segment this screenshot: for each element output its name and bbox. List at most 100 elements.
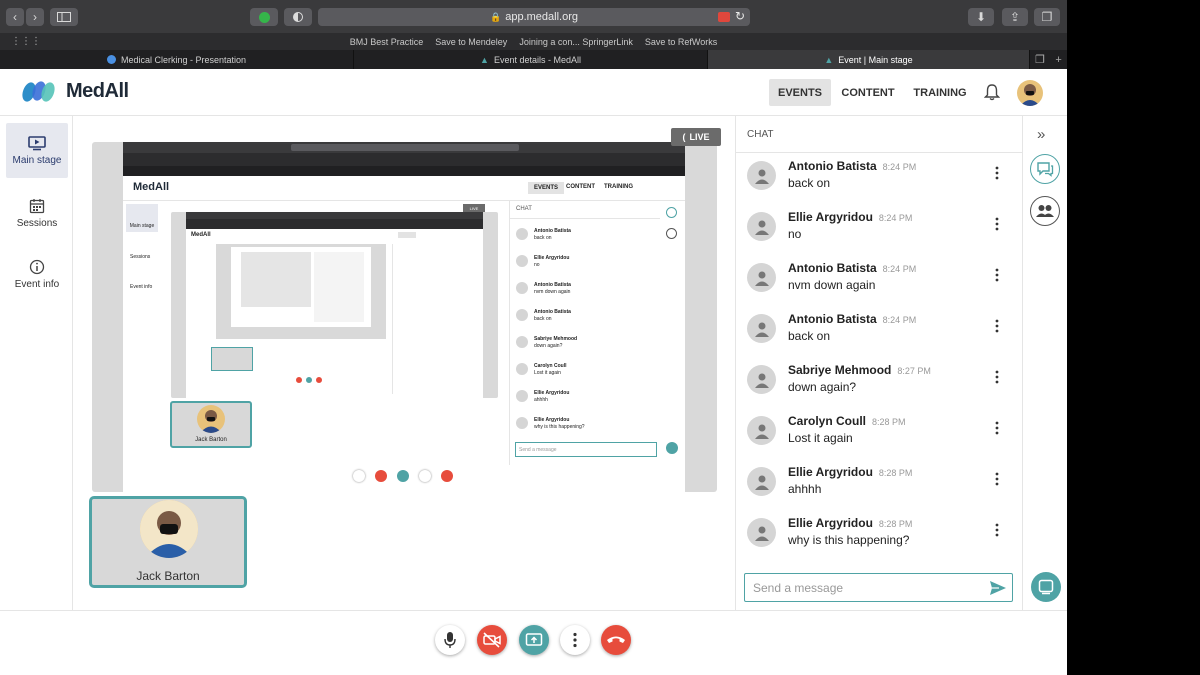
nested-msg-text: back on bbox=[534, 235, 552, 241]
share-icon[interactable]: ⇪ bbox=[1002, 8, 1028, 26]
leftnav-label: Event info bbox=[14, 279, 60, 290]
message-time: 8:24 PM bbox=[882, 315, 917, 325]
logo[interactable]: MedAll bbox=[20, 79, 129, 103]
user-avatar[interactable] bbox=[1017, 80, 1043, 106]
download-icon[interactable]: ⬇ bbox=[968, 8, 994, 26]
participants-tab-button[interactable] bbox=[1030, 196, 1060, 226]
browser-tab[interactable]: ▲ Event details - MedAll bbox=[354, 50, 708, 69]
browser-toolbar: ‹ › 🔒 app.medall.org ↻ ⬇ ⇪ ❐ bbox=[0, 0, 1067, 33]
browser-tab[interactable]: Medical Clerking - Presentation bbox=[0, 50, 354, 69]
extension-icon[interactable] bbox=[250, 8, 278, 26]
medall-app: MedAll EVENTS CONTENT TRAINING Main stag… bbox=[0, 69, 1067, 675]
nav-training[interactable]: TRAINING bbox=[906, 79, 974, 106]
url-text: app.medall.org bbox=[505, 11, 578, 23]
kebab-menu-icon[interactable] bbox=[994, 166, 1000, 180]
nested-msg-name: Antonio Batista bbox=[534, 282, 571, 288]
chat-message: Antonio Batista 8:24 PM nvm down again bbox=[736, 255, 1022, 306]
kebab-menu-icon[interactable] bbox=[994, 421, 1000, 435]
lock-icon: 🔒 bbox=[490, 11, 502, 22]
nav-events[interactable]: EVENTS bbox=[769, 79, 831, 106]
message-text: no bbox=[788, 227, 802, 241]
chat-input[interactable] bbox=[744, 573, 1013, 602]
shared-screen: MedAll EVENTS CONTENT TRAINING Main stag… bbox=[92, 142, 717, 492]
leftnav-main-stage[interactable]: Main stage bbox=[6, 123, 68, 178]
nav-content[interactable]: CONTENT bbox=[836, 79, 900, 106]
sidebar-toggle-icon[interactable] bbox=[50, 8, 78, 26]
chat-tab-button[interactable] bbox=[1030, 154, 1060, 184]
leftnav-event-info[interactable]: Event info bbox=[6, 247, 68, 302]
message-text: nvm down again bbox=[788, 278, 876, 292]
camera-toggle-button[interactable] bbox=[477, 625, 507, 655]
live-badge[interactable]: ( LIVE bbox=[671, 128, 721, 146]
more-options-button[interactable] bbox=[560, 625, 590, 655]
chat-message: Ellie Argyridou 8:28 PM ahhhh bbox=[736, 459, 1022, 510]
nested-msg-name: Antonio Batista bbox=[534, 228, 571, 234]
shield-icon[interactable] bbox=[284, 8, 312, 26]
live-label: LIVE bbox=[689, 132, 710, 142]
reload-icon[interactable]: ↻ bbox=[735, 9, 745, 23]
leftnav-sessions[interactable]: Sessions bbox=[6, 186, 68, 241]
nested-msg-text: ahhhh bbox=[534, 397, 548, 403]
nested-msg-name: Carolyn Coull bbox=[534, 363, 567, 369]
url-bar[interactable]: 🔒 app.medall.org ↻ bbox=[318, 8, 750, 26]
nested-msg-name: Antonio Batista bbox=[534, 309, 571, 315]
self-video-tile[interactable]: Jack Barton bbox=[89, 496, 247, 588]
bell-icon[interactable] bbox=[983, 84, 1001, 106]
user-placeholder-icon bbox=[747, 263, 776, 292]
bookmark-link[interactable]: Save to Mendeley bbox=[435, 37, 507, 47]
message-time: 8:28 PM bbox=[878, 468, 913, 478]
nested-msg-name: Sabriye Mehmood bbox=[534, 336, 578, 342]
user-placeholder-icon bbox=[747, 416, 776, 445]
nested-msg-name: Ellie Argyridou bbox=[534, 390, 570, 396]
nested-nav-training: TRAINING bbox=[604, 184, 633, 190]
main-stage: MedAll EVENTS CONTENT TRAINING Main stag… bbox=[74, 116, 734, 610]
medall-favicon-icon: ▲ bbox=[824, 54, 834, 65]
leave-call-button[interactable] bbox=[601, 625, 631, 655]
new-tab-icon[interactable]: + bbox=[1055, 54, 1061, 66]
tab-overview-icon[interactable]: ❐ bbox=[1035, 53, 1045, 66]
chat-message: Ellie Argyridou 8:28 PM why is this happe… bbox=[736, 510, 1022, 561]
user-placeholder-icon bbox=[747, 161, 776, 190]
nested-nav-content: CONTENT bbox=[566, 184, 595, 190]
back-icon[interactable]: ‹ bbox=[6, 8, 24, 26]
user-placeholder-icon bbox=[747, 518, 776, 547]
leftnav-label: Sessions bbox=[16, 218, 58, 229]
chat-message-field[interactable] bbox=[753, 575, 983, 600]
screen-share-button[interactable] bbox=[519, 625, 549, 655]
camera-recording-icon bbox=[718, 12, 730, 22]
grid-icon[interactable]: ⋮⋮⋮ bbox=[11, 36, 41, 47]
nested-msg-text: nvm down again bbox=[534, 289, 571, 295]
kebab-menu-icon[interactable] bbox=[994, 472, 1000, 486]
feedback-button[interactable] bbox=[1031, 572, 1061, 602]
chat-panel: CHAT Antonio Batista 8:24 PM back on Elli… bbox=[735, 116, 1022, 610]
kebab-menu-icon[interactable] bbox=[994, 217, 1000, 231]
message-text: Lost it again bbox=[788, 431, 853, 445]
microphone-icon bbox=[444, 632, 456, 648]
collapse-panel-icon[interactable]: » bbox=[1037, 126, 1045, 143]
chat-message: Ellie Argyridou 8:24 PM no bbox=[736, 204, 1022, 255]
bookmark-link[interactable]: Joining a con... SpringerLink bbox=[519, 37, 633, 47]
message-time: 8:24 PM bbox=[882, 264, 917, 274]
comment-icon bbox=[1038, 579, 1054, 595]
browser-tab[interactable]: ▲ Event | Main stage bbox=[708, 50, 1030, 69]
people-icon bbox=[1036, 205, 1054, 217]
nested-leftnav-sessions: Sessions bbox=[130, 254, 151, 260]
kebab-menu-icon[interactable] bbox=[994, 523, 1000, 537]
live-indicator-icon: ( bbox=[682, 132, 686, 142]
message-author: Ellie Argyridou 8:28 PM bbox=[788, 516, 913, 530]
forward-icon[interactable]: › bbox=[26, 8, 44, 26]
kebab-menu-icon[interactable] bbox=[994, 268, 1000, 282]
bookmark-link[interactable]: Save to RefWorks bbox=[645, 37, 717, 47]
user-placeholder-icon bbox=[747, 365, 776, 394]
microphone-button[interactable] bbox=[435, 625, 465, 655]
kebab-menu-icon[interactable] bbox=[994, 370, 1000, 384]
message-time: 8:27 PM bbox=[897, 366, 931, 376]
chat-bubbles-icon bbox=[1037, 162, 1054, 177]
tabs-overview-icon[interactable]: ❐ bbox=[1034, 8, 1060, 26]
leftnav-label: Main stage bbox=[12, 154, 62, 166]
bookmark-link[interactable]: BMJ Best Practice bbox=[350, 37, 424, 47]
send-icon[interactable] bbox=[989, 580, 1007, 596]
kebab-menu-icon[interactable] bbox=[994, 319, 1000, 333]
nested-msg-text: why is this happening? bbox=[534, 424, 585, 430]
message-time: 8:28 PM bbox=[872, 417, 906, 427]
